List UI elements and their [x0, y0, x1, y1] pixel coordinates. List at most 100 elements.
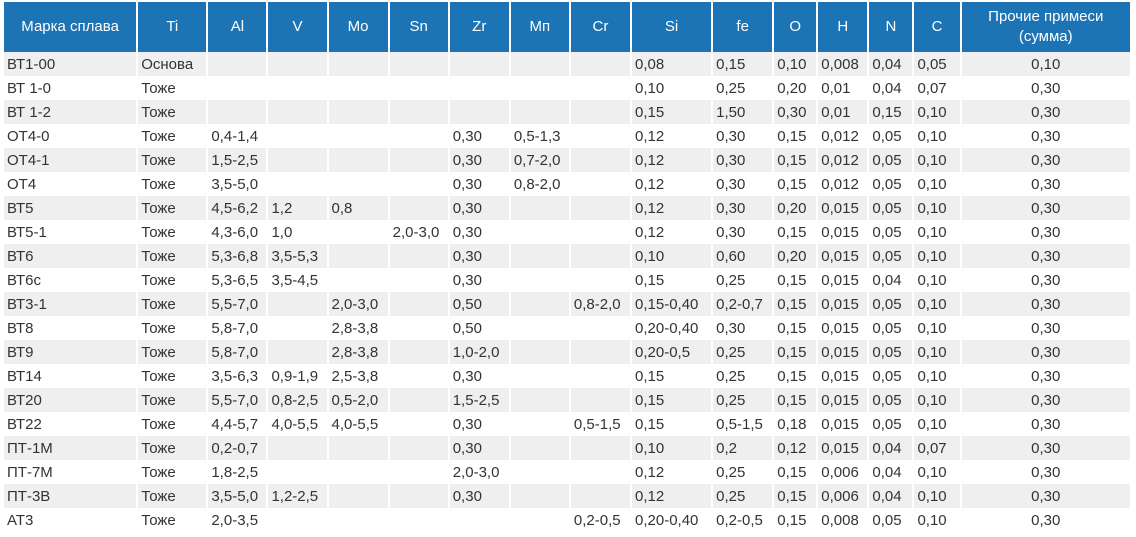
cell-grade: ВТ 1-2	[4, 100, 137, 124]
cell-sn	[389, 340, 448, 364]
cell-c: 0,10	[914, 100, 960, 124]
table-row: ВТ1-00 Основа 0,08 0,15 0,10 0,008 0,04 0,05 0,1…	[4, 52, 1130, 76]
cell-sn	[389, 268, 448, 292]
header-cr: Cr	[570, 2, 630, 52]
cell-ti: Основа	[138, 52, 207, 76]
cell-c: 0,10	[914, 340, 960, 364]
cell-si: 0,12	[632, 124, 712, 148]
cell-grade: ВТ5	[4, 196, 137, 220]
cell-sn	[389, 292, 448, 316]
cell-al	[208, 100, 267, 124]
table-row: ВТ 1-2 Тоже 0,15 1,50 0,30 0,01 0,15 0,10 0,30	[4, 100, 1130, 124]
cell-ti: Тоже	[138, 268, 207, 292]
cell-o: 0,10	[774, 52, 817, 76]
table-row: ВТ6 Тоже 5,3-6,8 3,5-5,3 0,30 0,10 0,60 0,20 0,0…	[4, 244, 1130, 268]
cell-other: 0,30	[961, 196, 1130, 220]
cell-o: 0,20	[774, 196, 817, 220]
cell-n: 0,04	[869, 52, 913, 76]
cell-sn	[389, 364, 448, 388]
cell-mo	[328, 508, 388, 532]
cell-grade: ОТ4	[4, 172, 137, 196]
cell-mn	[510, 76, 569, 100]
header-row: Марка сплава Ti Al V Mo Sn Zr Mп Cr Si f…	[4, 2, 1130, 52]
header-h: H	[818, 2, 868, 52]
cell-fe: 0,25	[713, 268, 773, 292]
cell-o: 0,30	[774, 100, 817, 124]
cell-mo	[328, 244, 388, 268]
table-row: ВТ5-1 Тоже 4,3-6,0 1,0 2,0-3,0 0,30 0,12 0,30 0,…	[4, 220, 1130, 244]
cell-cr: 0,8-2,0	[570, 292, 630, 316]
cell-mn	[510, 412, 569, 436]
cell-v	[268, 460, 327, 484]
cell-o: 0,15	[774, 364, 817, 388]
cell-zr: 0,30	[449, 268, 509, 292]
cell-zr	[449, 100, 509, 124]
cell-mn	[510, 244, 569, 268]
cell-grade: ОТ4-0	[4, 124, 137, 148]
cell-al: 3,5-6,3	[208, 364, 267, 388]
cell-sn	[389, 460, 448, 484]
cell-cr	[570, 388, 630, 412]
cell-c: 0,10	[914, 508, 960, 532]
cell-n: 0,05	[869, 124, 913, 148]
cell-h: 0,015	[818, 388, 868, 412]
cell-grade: ПТ-1М	[4, 436, 137, 460]
cell-ti: Тоже	[138, 76, 207, 100]
cell-other: 0,30	[961, 220, 1130, 244]
cell-al: 5,5-7,0	[208, 292, 267, 316]
cell-c: 0,10	[914, 412, 960, 436]
cell-grade: ВТ14	[4, 364, 137, 388]
cell-h: 0,015	[818, 292, 868, 316]
cell-o: 0,15	[774, 388, 817, 412]
cell-v	[268, 148, 327, 172]
cell-ti: Тоже	[138, 148, 207, 172]
cell-mo	[328, 460, 388, 484]
table-row: ВТ22 Тоже 4,4-5,7 4,0-5,5 4,0-5,5 0,30 0,5-1,5…	[4, 412, 1130, 436]
cell-mo	[328, 268, 388, 292]
cell-o: 0,20	[774, 76, 817, 100]
cell-al: 0,2-0,7	[208, 436, 267, 460]
cell-fe: 0,30	[713, 316, 773, 340]
cell-fe: 0,2-0,7	[713, 292, 773, 316]
cell-other: 0,30	[961, 412, 1130, 436]
table-header: Марка сплава Ti Al V Mo Sn Zr Mп Cr Si f…	[4, 2, 1130, 52]
cell-sn	[389, 412, 448, 436]
cell-c: 0,05	[914, 52, 960, 76]
cell-h: 0,006	[818, 460, 868, 484]
cell-mn	[510, 316, 569, 340]
cell-n: 0,05	[869, 172, 913, 196]
cell-grade: ВТ5-1	[4, 220, 137, 244]
cell-cr	[570, 268, 630, 292]
cell-sn	[389, 124, 448, 148]
cell-fe: 0,15	[713, 52, 773, 76]
cell-al: 3,5-5,0	[208, 484, 267, 508]
cell-v: 3,5-5,3	[268, 244, 327, 268]
header-v: V	[268, 2, 327, 52]
cell-n: 0,05	[869, 220, 913, 244]
cell-cr	[570, 364, 630, 388]
cell-si: 0,20-0,40	[632, 316, 712, 340]
cell-sn	[389, 244, 448, 268]
cell-h: 0,01	[818, 76, 868, 100]
cell-cr	[570, 316, 630, 340]
cell-cr	[570, 340, 630, 364]
cell-ti: Тоже	[138, 124, 207, 148]
table-row: ОТ4-0 Тоже 0,4-1,4 0,30 0,5-1,3 0,12 0,30 0,15 0…	[4, 124, 1130, 148]
cell-grade: ВТ20	[4, 388, 137, 412]
table-row: АТ3 Тоже 2,0-3,5 0,2-0,5 0,20-0,40 0,2-0,5 0,1…	[4, 508, 1130, 532]
table-row: ВТ 1-0 Тоже 0,10 0,25 0,20 0,01 0,04 0,07 0,30	[4, 76, 1130, 100]
cell-ti: Тоже	[138, 484, 207, 508]
cell-mn	[510, 484, 569, 508]
cell-other: 0,30	[961, 124, 1130, 148]
table-body: ВТ1-00 Основа 0,08 0,15 0,10 0,008 0,04 0,05 0,1…	[4, 52, 1130, 532]
cell-n: 0,05	[869, 412, 913, 436]
cell-mo	[328, 484, 388, 508]
table-row: ПТ-7М Тоже 1,8-2,5 2,0-3,0 0,12 0,25 0,15 0,006…	[4, 460, 1130, 484]
cell-mn	[510, 340, 569, 364]
cell-o: 0,18	[774, 412, 817, 436]
cell-grade: ВТ3-1	[4, 292, 137, 316]
cell-zr: 1,0-2,0	[449, 340, 509, 364]
cell-grade: ВТ8	[4, 316, 137, 340]
cell-n: 0,04	[869, 268, 913, 292]
cell-v	[268, 340, 327, 364]
